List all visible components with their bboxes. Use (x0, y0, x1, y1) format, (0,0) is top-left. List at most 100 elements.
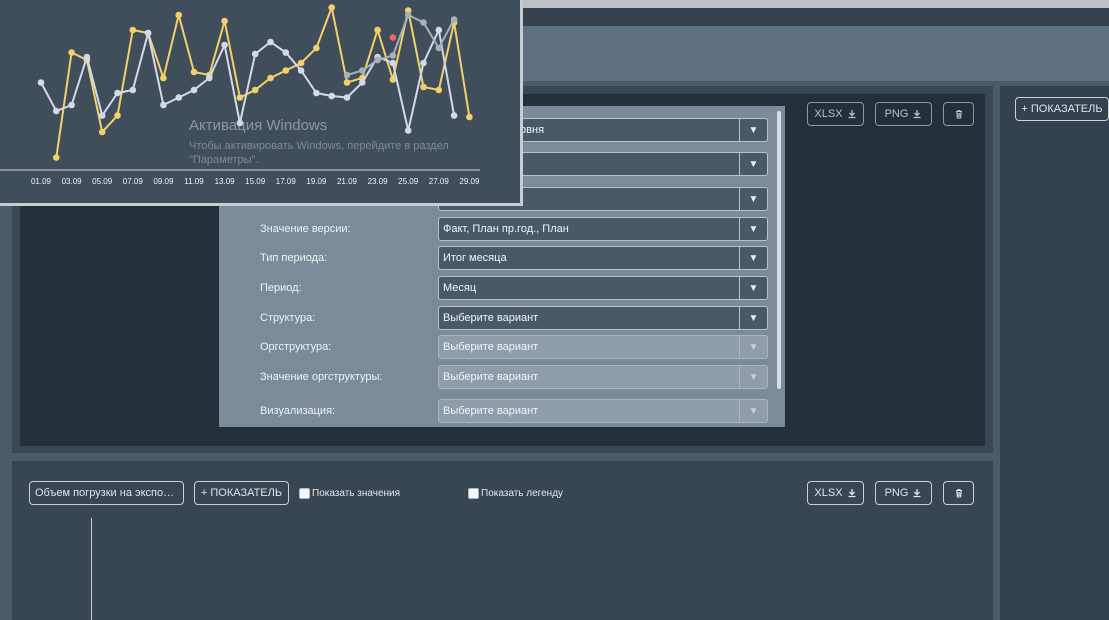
form-field-value: Факт, План пр.год., План (443, 223, 569, 235)
form-field-value: Месяц (443, 282, 477, 294)
series-0-point[interactable] (297, 59, 305, 67)
series-1-point[interactable] (313, 89, 320, 97)
series-1-point[interactable] (144, 29, 152, 37)
x-tick-label: 05.09 (92, 177, 113, 186)
series-2-point[interactable] (420, 19, 427, 26)
series-1-point[interactable] (343, 94, 351, 101)
series-0-point[interactable] (175, 11, 182, 19)
series-2-point[interactable] (359, 67, 366, 74)
show-values-toggle[interactable]: Показать значения (299, 488, 400, 499)
form-field-select: Выберите вариант ▼ (438, 335, 768, 359)
series-0-point[interactable] (129, 26, 137, 34)
chart-overlay-window: 01.09 03.09 05.09 07.09 09.09 11.09 13.09 15.09… (0, 0, 523, 206)
series-1-point[interactable] (251, 50, 259, 58)
series-0-point[interactable] (68, 49, 75, 56)
download-icon (913, 110, 921, 119)
series-0-point[interactable] (160, 74, 167, 82)
series-1-point[interactable] (267, 38, 274, 46)
add-indicator-button-right[interactable]: + ПОКАЗАТЕЛЬ (1015, 97, 1109, 121)
form-field-select[interactable]: Итог месяца ▼ (438, 246, 768, 270)
series-1-point[interactable] (404, 127, 412, 134)
series-1-point[interactable] (359, 79, 366, 86)
dropdown-arrow-icon: ▼ (739, 366, 767, 388)
series-2-point[interactable] (404, 11, 412, 19)
series-1-point[interactable] (450, 112, 458, 119)
series-1-point[interactable] (98, 112, 106, 119)
series-1-point[interactable] (190, 86, 198, 94)
form-field-value: Выберите вариант (443, 312, 539, 324)
show-legend-toggle[interactable]: Показать легенду (468, 488, 563, 499)
png-export-button[interactable]: PNG (875, 102, 932, 126)
series-1-point[interactable] (435, 26, 443, 34)
form-scrollbar[interactable] (777, 111, 781, 389)
form-field-value: Выберите вариант (443, 371, 539, 383)
trash-icon (955, 110, 962, 119)
series-0-point[interactable] (221, 17, 228, 25)
form-field-select[interactable]: Выберите вариант ▼ (438, 306, 768, 330)
show-legend-checkbox[interactable] (468, 488, 479, 499)
dropdown-arrow-icon: ▼ (739, 153, 767, 175)
form-field-select[interactable]: Месяц ▼ (438, 276, 768, 300)
delete-widget-button-bottom[interactable] (943, 481, 974, 505)
series-1-point[interactable] (221, 41, 228, 49)
series-2-point[interactable] (435, 44, 443, 52)
series-0-point[interactable] (435, 86, 443, 94)
series-0-point[interactable] (374, 26, 381, 34)
series-1-point[interactable] (389, 59, 397, 67)
dropdown-arrow-icon: ▼ (739, 119, 767, 141)
x-tick-label: 17.09 (276, 177, 297, 186)
add-indicator-button[interactable]: + ПОКАЗАТЕЛЬ (194, 481, 289, 505)
series-0-point[interactable] (343, 79, 351, 86)
series-1-point[interactable] (114, 89, 121, 97)
dropdown-arrow-icon: ▼ (739, 307, 767, 329)
x-tick-label: 15.09 (245, 177, 266, 186)
delete-widget-button[interactable] (943, 102, 974, 126)
series-3-point[interactable] (389, 34, 397, 41)
form-field-value: Выберите вариант (443, 341, 539, 353)
form-field-label: Тип периода: (260, 252, 328, 264)
series-0-point[interactable] (53, 154, 60, 161)
series-0-point[interactable] (282, 67, 290, 74)
metric-selector-button[interactable]: Объем погрузки на экспо… (29, 481, 184, 505)
series-1-point[interactable] (129, 86, 137, 94)
xlsx-export-button-bottom[interactable]: XLSX (807, 481, 864, 505)
series-1-point[interactable] (160, 101, 167, 109)
x-tick-label: 09.09 (153, 177, 174, 186)
form-field-select: Выберите вариант ▼ (438, 365, 768, 389)
png-export-button-bottom[interactable]: PNG (875, 481, 932, 505)
series-0-point[interactable] (328, 4, 336, 11)
series-2-point[interactable] (343, 71, 351, 79)
series-1-point[interactable] (328, 92, 336, 100)
show-legend-label: Показать легенду (481, 488, 564, 499)
series-1-point[interactable] (420, 59, 427, 67)
show-values-checkbox[interactable] (299, 488, 310, 499)
png-label: PNG (884, 108, 909, 120)
xlsx-export-button[interactable]: XLSX (807, 102, 864, 126)
series-0-point[interactable] (251, 86, 259, 94)
series-0-point[interactable] (313, 44, 320, 52)
series-1-point[interactable] (37, 79, 45, 86)
series-2-point[interactable] (374, 56, 381, 64)
x-tick-label: 19.09 (306, 177, 327, 186)
show-values-label: Показать значения (312, 488, 401, 499)
series-1-point[interactable] (282, 49, 290, 56)
series-1-point[interactable] (175, 94, 182, 101)
series-0-point[interactable] (420, 83, 427, 91)
series-2-point[interactable] (389, 52, 397, 59)
series-0-point[interactable] (236, 94, 244, 101)
dropdown-arrow-icon: ▼ (739, 218, 767, 240)
x-tick-label: 21.09 (337, 177, 358, 186)
series-1-point[interactable] (53, 107, 60, 115)
series-1-point[interactable] (297, 67, 305, 74)
series-0-point[interactable] (98, 128, 106, 136)
series-0-point[interactable] (190, 68, 198, 76)
series-1-point[interactable] (68, 101, 75, 109)
series-0-point[interactable] (267, 74, 274, 82)
series-2-point[interactable] (450, 16, 458, 23)
x-tick-label: 03.09 (62, 177, 83, 186)
series-1-point[interactable] (206, 74, 213, 82)
form-field-select[interactable]: Факт, План пр.год., План ▼ (438, 217, 768, 241)
series-0-point[interactable] (466, 113, 473, 121)
series-0-point[interactable] (114, 112, 121, 119)
series-1-point[interactable] (83, 53, 91, 61)
